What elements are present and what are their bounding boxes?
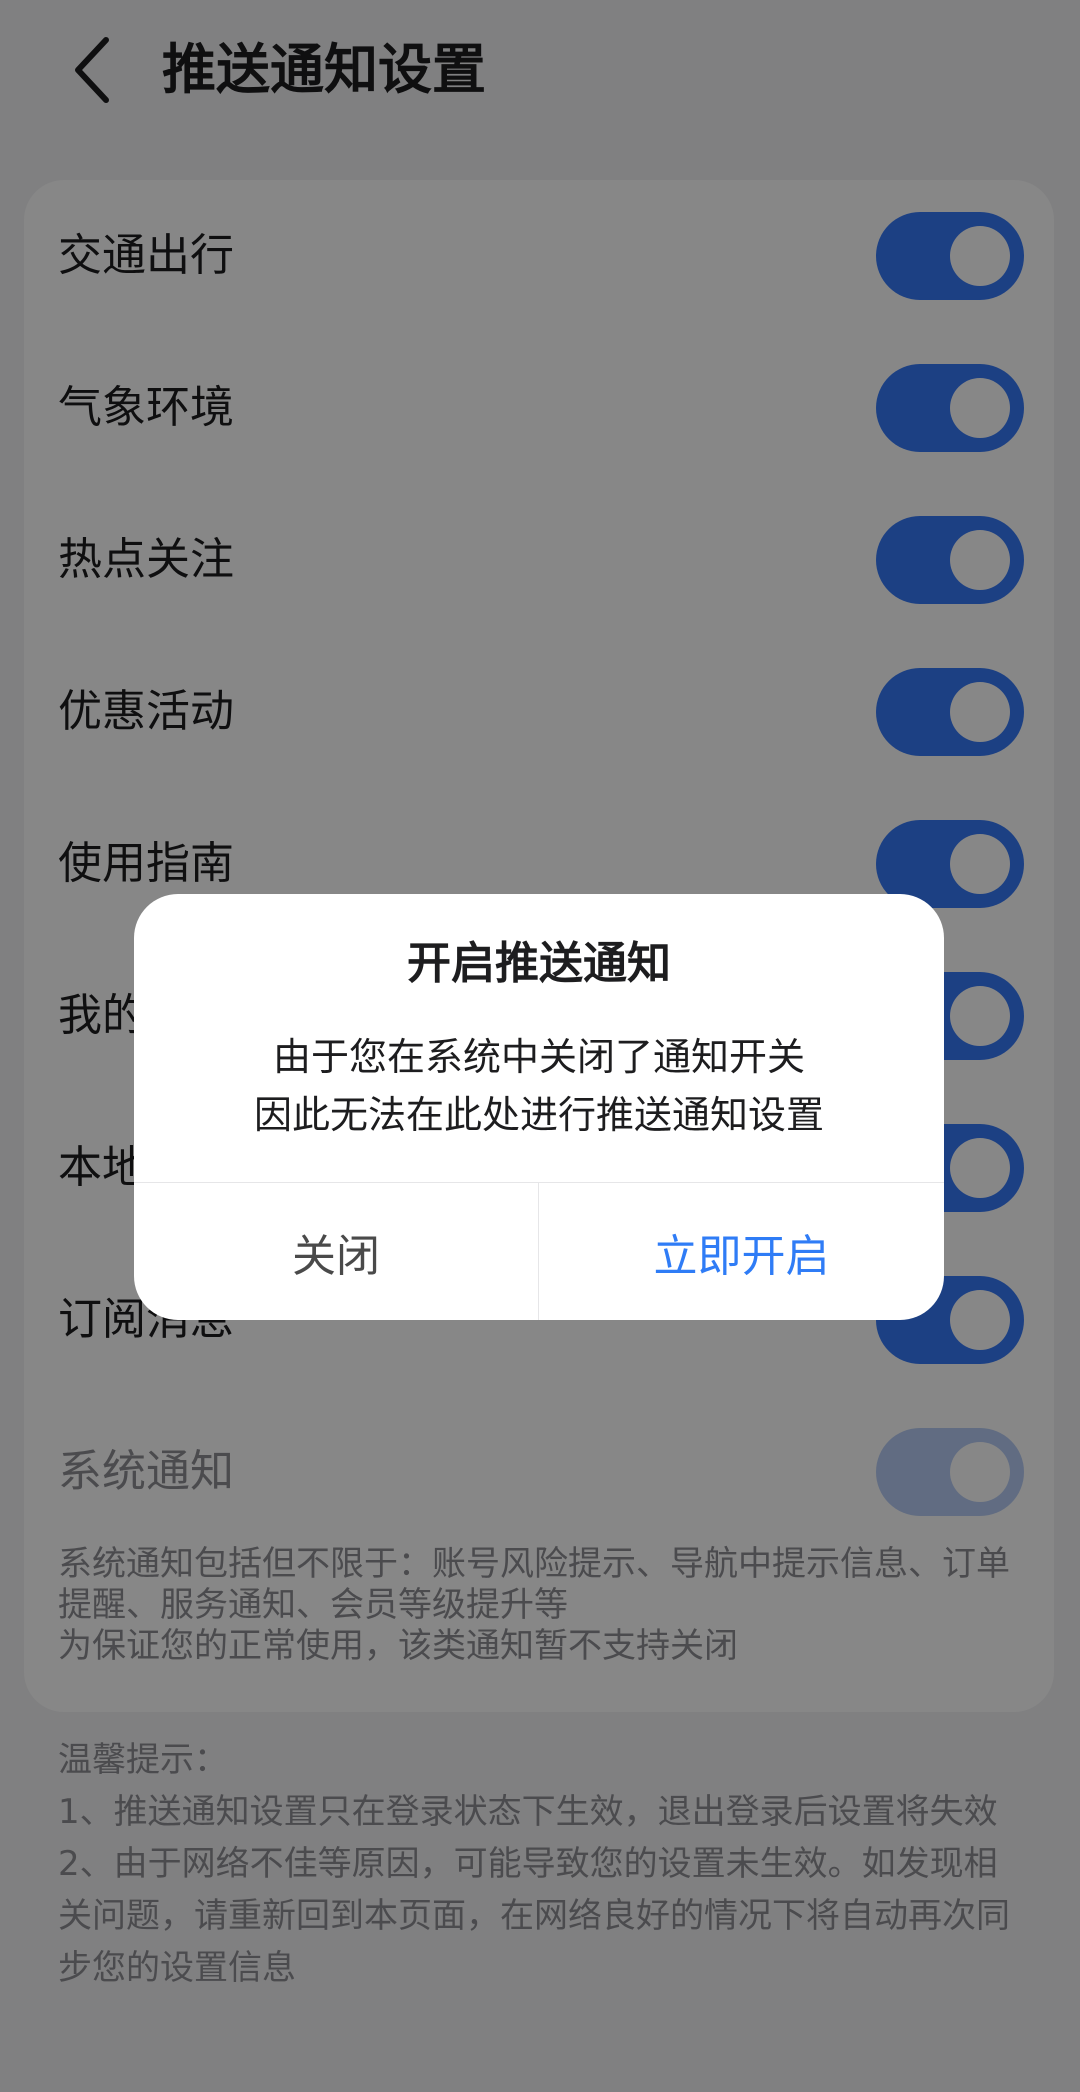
dialog-title: 开启推送通知: [407, 938, 671, 989]
dialog-message-line: 由于您在系统中关闭了通知开关: [272, 1035, 805, 1079]
close-button[interactable]: 关闭: [134, 1183, 538, 1320]
dialog-message: 由于您在系统中关闭了通知开关 因此无法在此处进行推送通知设置: [134, 1028, 944, 1144]
dialog-message-line: 因此无法在此处进行推送通知设置: [253, 1093, 824, 1137]
enable-notification-dialog: 开启推送通知 由于您在系统中关闭了通知开关 因此无法在此处进行推送通知设置 关闭…: [134, 894, 944, 1320]
enable-now-button[interactable]: 立即开启: [539, 1183, 944, 1320]
